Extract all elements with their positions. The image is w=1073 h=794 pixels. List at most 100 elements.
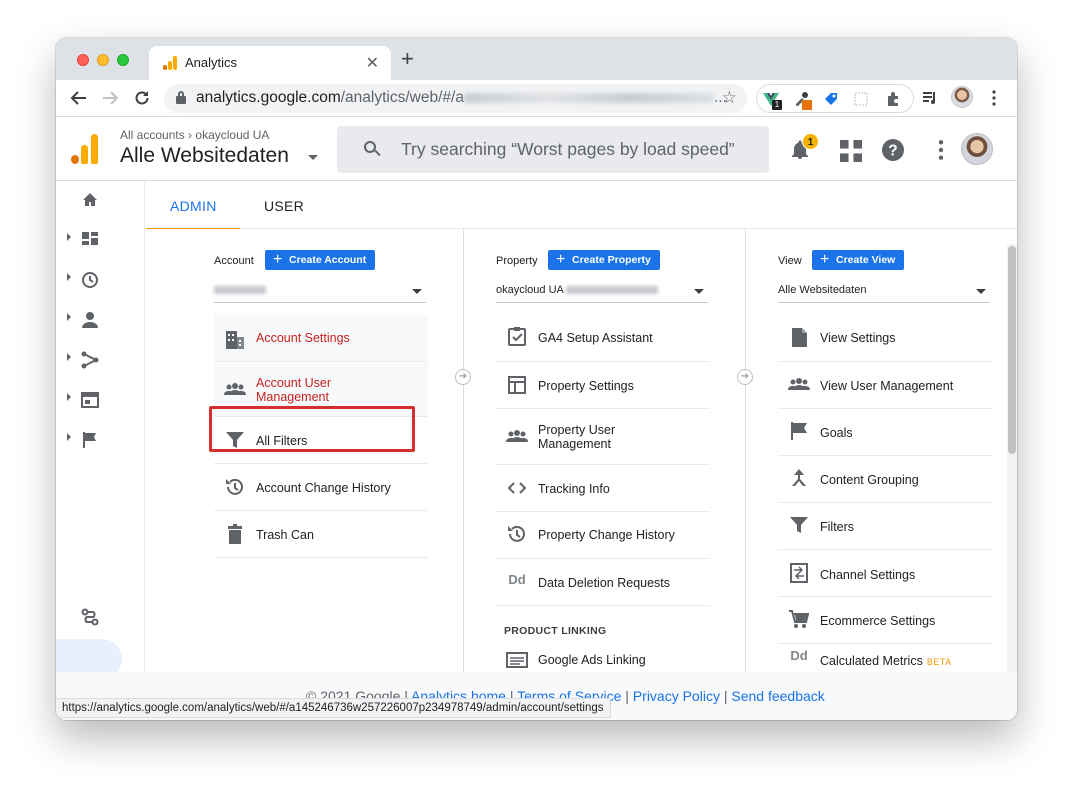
channel-settings-link[interactable]: Channel Settings bbox=[778, 550, 992, 597]
cart-icon bbox=[789, 610, 810, 628]
puzzle-extensions-icon[interactable] bbox=[885, 91, 901, 107]
view-picker[interactable]: Alle Websitedaten bbox=[120, 144, 289, 168]
content-grouping-link[interactable]: Content Grouping bbox=[778, 456, 992, 503]
nav-attribution[interactable] bbox=[56, 601, 145, 633]
view-picker-caret-icon[interactable] bbox=[308, 155, 318, 160]
data-deletion-requests-link[interactable]: Dd Data Deletion Requests bbox=[496, 559, 710, 606]
property-label: Property bbox=[496, 255, 538, 267]
beta-badge: BETA bbox=[926, 657, 952, 667]
goals-label: Goals bbox=[820, 426, 853, 440]
filter-icon bbox=[790, 517, 808, 533]
media-queue-icon[interactable] bbox=[922, 90, 938, 106]
create-view-button[interactable]: + Create View bbox=[812, 250, 905, 270]
data-deletion-requests-label: Data Deletion Requests bbox=[538, 576, 671, 590]
nav-conversions[interactable] bbox=[56, 424, 145, 456]
send-feedback-link[interactable]: Send feedback bbox=[731, 688, 824, 704]
filters-link[interactable]: Filters bbox=[778, 503, 992, 550]
tracking-info-label: Tracking Info bbox=[538, 482, 610, 496]
channel-icon bbox=[790, 563, 808, 583]
ecommerce-settings-link[interactable]: Ecommerce Settings bbox=[778, 597, 992, 644]
close-window-button[interactable] bbox=[77, 54, 89, 66]
address-bar[interactable]: analytics.google.com/analytics/web/#/a..… bbox=[164, 84, 747, 113]
tab-close-icon[interactable]: ✕ bbox=[366, 53, 379, 73]
ga4-setup-assistant-link[interactable]: GA4 Setup Assistant bbox=[496, 315, 710, 362]
nav-customization[interactable] bbox=[56, 224, 145, 256]
account-settings-label: Account Settings bbox=[256, 331, 350, 345]
notification-count-badge: 1 bbox=[802, 133, 819, 150]
nav-realtime[interactable] bbox=[56, 264, 145, 296]
building-icon bbox=[226, 331, 244, 349]
nav-audience[interactable] bbox=[56, 304, 145, 336]
svg-text:?: ? bbox=[888, 143, 897, 160]
expand-arrow-icon bbox=[67, 313, 71, 321]
view-selector[interactable]: Alle Websitedaten bbox=[778, 281, 990, 303]
eyedropper-icon[interactable] bbox=[793, 91, 812, 110]
dropdown-caret-icon bbox=[976, 289, 986, 294]
people-icon bbox=[506, 430, 528, 442]
scrollbar-thumb[interactable] bbox=[1008, 246, 1016, 454]
expand-arrow-icon bbox=[67, 273, 71, 281]
arrow-circle-icon: ➔ bbox=[737, 369, 753, 385]
nav-home[interactable] bbox=[56, 184, 145, 216]
account-selector[interactable] bbox=[214, 281, 426, 303]
nav-acquisition[interactable] bbox=[56, 344, 145, 376]
breadcrumb[interactable]: All accounts › okaycloud UA bbox=[120, 128, 269, 142]
account-label: Account bbox=[214, 255, 254, 267]
view-user-management-link[interactable]: View User Management bbox=[778, 362, 992, 409]
trash-can-link[interactable]: Trash Can bbox=[214, 511, 428, 558]
calculated-metrics-link[interactable]: Dd Calculated Metrics BETA bbox=[778, 644, 992, 672]
privacy-policy-link[interactable]: Privacy Policy bbox=[633, 688, 720, 704]
admin-panel: Account + Create Account Account Settings… bbox=[146, 229, 1017, 672]
minimize-window-button[interactable] bbox=[97, 54, 109, 66]
goals-link[interactable]: Goals bbox=[778, 409, 992, 456]
nav-behavior[interactable] bbox=[56, 384, 145, 416]
more-options-icon[interactable] bbox=[930, 139, 952, 161]
search-bar[interactable]: Try searching “Worst pages by load speed… bbox=[337, 126, 769, 173]
bookmark-star-icon[interactable]: ☆ bbox=[722, 88, 737, 108]
tab-user[interactable]: USER bbox=[264, 198, 304, 214]
tab-admin-label: ADMIN bbox=[170, 198, 217, 214]
dotted-box-extension-icon[interactable] bbox=[853, 91, 869, 107]
view-settings-link[interactable]: View Settings bbox=[778, 315, 992, 362]
channel-settings-label: Channel Settings bbox=[820, 568, 916, 582]
content-grouping-label: Content Grouping bbox=[820, 473, 919, 487]
account-avatar[interactable] bbox=[961, 133, 993, 165]
view-user-management-label: View User Management bbox=[820, 379, 954, 393]
zoom-window-button[interactable] bbox=[117, 54, 129, 66]
reload-icon[interactable] bbox=[133, 89, 151, 107]
help-icon[interactable]: ? bbox=[882, 139, 904, 161]
google-ads-linking-link[interactable]: Google Ads Linking bbox=[496, 641, 710, 672]
search-icon bbox=[364, 141, 381, 157]
ga4-setup-assistant-label: GA4 Setup Assistant bbox=[538, 331, 653, 345]
analytics-logo-icon[interactable] bbox=[71, 134, 99, 164]
profile-avatar[interactable] bbox=[951, 86, 973, 108]
account-settings-link[interactable]: Account Settings bbox=[214, 315, 428, 362]
apps-grid-icon[interactable] bbox=[840, 140, 862, 162]
admin-content: ADMIN USER Account + Create Account Accou… bbox=[146, 181, 1017, 672]
create-property-button[interactable]: + Create Property bbox=[548, 250, 660, 270]
clock-icon bbox=[82, 272, 98, 288]
create-account-button[interactable]: + Create Account bbox=[265, 250, 376, 270]
browser-tab[interactable]: Analytics ✕ bbox=[149, 46, 391, 80]
account-change-history-link[interactable]: Account Change History bbox=[214, 464, 428, 511]
forward-arrow-icon[interactable] bbox=[101, 89, 119, 107]
filters-label: Filters bbox=[820, 520, 855, 534]
property-settings-label: Property Settings bbox=[538, 379, 634, 393]
column-divider bbox=[463, 229, 464, 672]
property-user-management-link[interactable]: Property User Management bbox=[496, 409, 710, 465]
browser-menu-icon[interactable] bbox=[992, 90, 996, 106]
dd-icon: Dd bbox=[790, 648, 808, 663]
property-settings-link[interactable]: Property Settings bbox=[496, 362, 710, 409]
back-arrow-icon[interactable] bbox=[70, 89, 88, 107]
tab-admin[interactable]: ADMIN bbox=[146, 181, 240, 230]
property-change-history-link[interactable]: Property Change History bbox=[496, 512, 710, 559]
tag-extension-icon[interactable] bbox=[823, 91, 839, 107]
tab-strip: Analytics ✕ + bbox=[56, 38, 1017, 80]
property-selector[interactable]: okaycloud UA bbox=[496, 281, 708, 303]
google-ads-linking-label: Google Ads Linking bbox=[538, 653, 646, 667]
vuejs-devtools-icon[interactable]: 1 bbox=[763, 91, 782, 110]
new-tab-button[interactable]: + bbox=[401, 48, 414, 70]
tracking-info-link[interactable]: Tracking Info bbox=[496, 465, 710, 512]
expand-arrow-icon bbox=[67, 233, 71, 241]
url-text: analytics.google.com/analytics/web/#/a..… bbox=[196, 89, 727, 106]
